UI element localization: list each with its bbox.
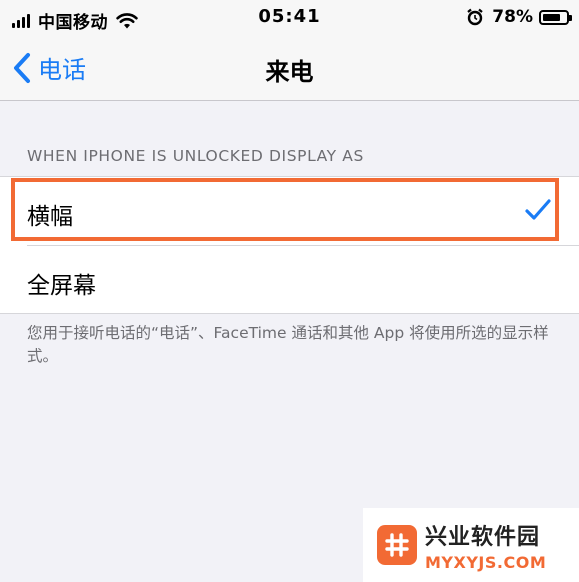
display-style-options: 横幅 全屏幕 <box>0 176 579 314</box>
alarm-clock-icon <box>467 8 484 26</box>
watermark-url: MYXYJS.COM <box>425 552 547 572</box>
section-footer: 您用于接听电话的“电话”、FaceTime 通话和其他 App 将使用所选的显示… <box>27 324 549 365</box>
status-bar: 中国移动 05:41 78% <box>0 0 579 36</box>
incoming-call-settings-screen: 中国移动 05:41 78% 电话 来电 WHEN IPHONE IS UNLO… <box>0 0 579 582</box>
watermark: 兴业软件园 MYXYJS.COM <box>363 508 579 582</box>
watermark-logo-icon <box>377 525 417 565</box>
status-right: 78% <box>466 7 572 27</box>
page-title: 来电 <box>265 58 314 86</box>
option-banner[interactable]: 横幅 <box>0 177 579 246</box>
battery-percentage: 78% <box>492 7 533 27</box>
checkmark-icon <box>525 199 551 220</box>
option-full-screen[interactable]: 全屏幕 <box>0 246 579 315</box>
watermark-title: 兴业软件园 <box>425 524 541 550</box>
battery-icon <box>539 9 572 25</box>
navigation-bar: 电话 来电 <box>0 36 579 101</box>
option-label: 全屏幕 <box>27 273 96 299</box>
section-header: WHEN IPHONE IS UNLOCKED DISPLAY AS <box>27 147 364 165</box>
option-label: 横幅 <box>27 204 73 230</box>
